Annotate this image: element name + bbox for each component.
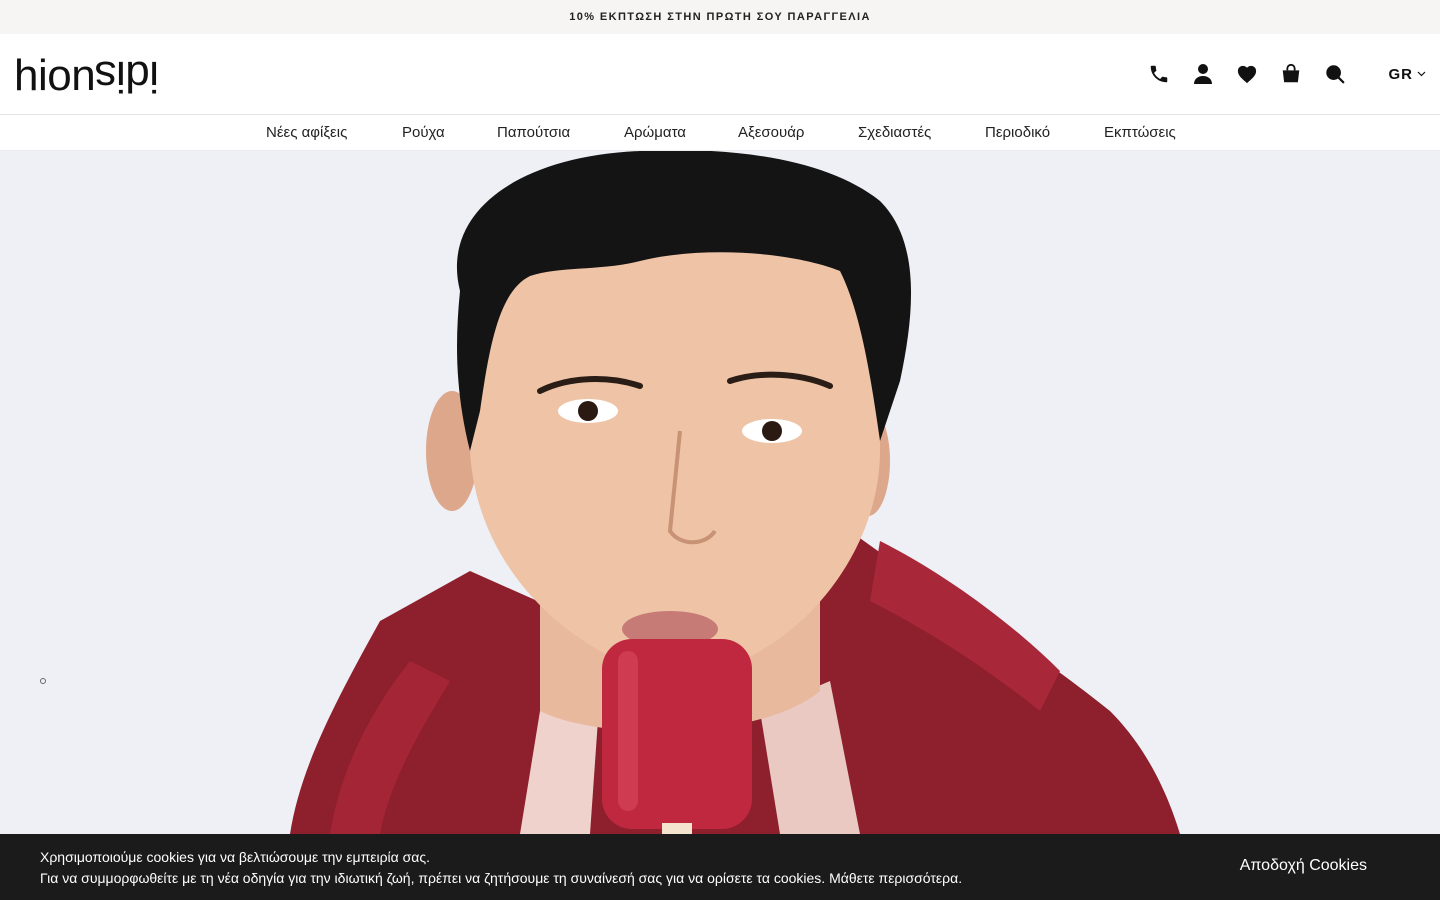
promo-banner: 10% ΕΚΠΤΩΣΗ ΣΤΗΝ ΠΡΩΤΗ ΣΟΥ ΠΑΡΑΓΓΕΛΙΑ [0, 0, 1440, 34]
nav-item-new-arrivals[interactable]: Νέες αφίξεις [266, 115, 347, 150]
cookie-line-1: Χρησιμοποιούμε cookies για να βελτιώσουμ… [40, 849, 431, 865]
header-actions: GR [1147, 34, 1440, 114]
shopping-bag-icon[interactable] [1279, 62, 1303, 86]
phone-icon[interactable] [1147, 62, 1171, 86]
site-header: hion idis GR [0, 34, 1440, 115]
logo-text-flipped: idis [95, 52, 160, 101]
slider-dot[interactable] [40, 678, 46, 684]
nav-item-magazine[interactable]: Περιοδικό [985, 115, 1050, 150]
nav-item-shoes[interactable]: Παπούτσια [497, 115, 570, 150]
nav-item-sale[interactable]: Εκπτώσεις [1104, 115, 1176, 150]
search-icon[interactable] [1323, 62, 1347, 86]
wishlist-heart-icon[interactable] [1235, 62, 1259, 86]
cookie-line-2[interactable]: Για να συμμορφωθείτε με τη νέα οδηγία γι… [40, 868, 962, 889]
chevron-down-icon [1417, 71, 1426, 77]
nav-item-accessories[interactable]: Αξεσουάρ [738, 115, 804, 150]
logo-text: hion [14, 51, 96, 100]
nav-item-fragrances[interactable]: Αρώματα [624, 115, 686, 150]
hero-image [0, 151, 1440, 834]
promo-text: 10% ΕΚΠΤΩΣΗ ΣΤΗΝ ΠΡΩΤΗ ΣΟΥ ΠΑΡΑΓΓΕΛΙΑ [569, 11, 871, 23]
language-selector[interactable]: GR [1389, 66, 1427, 83]
account-icon[interactable] [1191, 62, 1215, 86]
hionidis-logo[interactable]: hion idis [14, 48, 160, 101]
hero-banner[interactable] [0, 151, 1440, 834]
nav-item-designers[interactable]: Σχεδιαστές [858, 115, 931, 150]
cookie-banner: Χρησιμοποιούμε cookies για να βελτιώσουμ… [0, 834, 1440, 900]
language-label: GR [1388, 65, 1413, 83]
cookie-message: Χρησιμοποιούμε cookies για να βελτιώσουμ… [40, 847, 962, 889]
main-navigation: Νέες αφίξεις Ρούχα Παπούτσια Αρώματα Αξε… [0, 115, 1440, 151]
accept-cookies-button[interactable]: Αποδοχή Cookies [1240, 856, 1367, 876]
nav-item-clothing[interactable]: Ρούχα [402, 115, 445, 150]
